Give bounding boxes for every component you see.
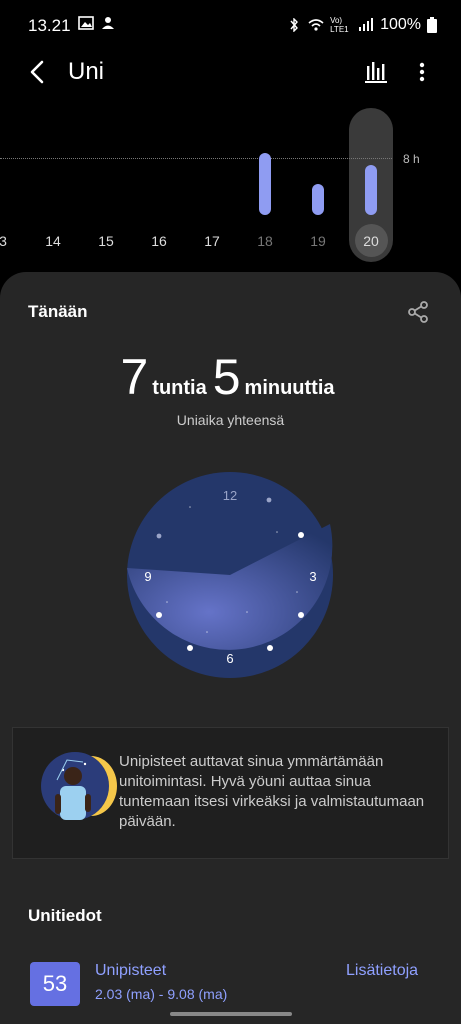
day-label-3[interactable]: 3: [0, 233, 7, 249]
gallery-icon: [78, 16, 94, 30]
tip-text: Unipisteet auttavat sinua ymmärtämään un…: [119, 753, 425, 830]
battery-icon: [427, 17, 437, 33]
sleep-score-tip: Unipisteet auttavat sinua ymmärtämään un…: [12, 727, 449, 859]
clock-label-6: 6: [226, 651, 233, 666]
network-label: Vo) LTE1: [330, 16, 349, 34]
sleep-score-range: 2.03 (ma) - 9.08 (ma): [95, 986, 228, 1002]
battery-percent: 100%: [380, 16, 421, 33]
day-label-16[interactable]: 16: [151, 233, 167, 249]
day-label-20[interactable]: 20: [363, 233, 379, 249]
bar-chart-icon[interactable]: [362, 58, 390, 86]
goal-label: 8 h: [403, 152, 420, 166]
duration-subtitle: Uniaika yhteensä: [176, 412, 285, 428]
app-notification-icon: [102, 17, 114, 29]
sleep-score-badge: 53: [30, 962, 80, 1006]
page-title: Uni: [68, 58, 105, 85]
clock-label-3: 3: [309, 569, 316, 584]
today-card: Tänään 7 tuntia 5 minuuttia Uniaika yhteens…: [0, 272, 461, 1024]
duration-hours-unit: tuntia: [152, 377, 207, 399]
day-label-15[interactable]: 15: [98, 233, 114, 249]
sleep-bar-18[interactable]: [259, 153, 271, 215]
day-label-17[interactable]: 17: [204, 233, 220, 249]
sleep-info-title: Unitiedot: [28, 906, 102, 925]
status-bar: 13.21 Vo) LTE1 100%: [0, 0, 461, 52]
sleep-duration: 7 tuntia 5 minuuttia: [0, 348, 461, 406]
clock-label-9: 9: [144, 569, 151, 584]
duration-hours: 7: [120, 349, 149, 405]
signal-icon: [359, 18, 374, 31]
bluetooth-icon: [290, 18, 299, 32]
day-label-18[interactable]: 18: [257, 233, 273, 249]
goal-guideline: [0, 158, 392, 159]
duration-minutes-unit: minuuttia: [244, 377, 335, 399]
day-label-19[interactable]: 19: [310, 233, 326, 249]
duration-minutes: 5: [212, 349, 241, 405]
more-vert-icon[interactable]: [412, 58, 432, 86]
more-info-link[interactable]: Lisätietoja: [346, 962, 418, 980]
notification-icons: [78, 16, 116, 30]
sleep-clock: 12 3 6 9: [127, 472, 333, 678]
share-icon[interactable]: [406, 300, 430, 324]
sleep-bar-20[interactable]: [365, 164, 377, 215]
status-right: Vo) LTE1 100%: [286, 16, 437, 34]
day-label-14[interactable]: 14: [45, 233, 61, 249]
sleep-bar-19[interactable]: [312, 184, 324, 215]
today-title: Tänään: [28, 302, 88, 321]
back-arrow-icon[interactable]: [22, 56, 54, 88]
home-indicator: [170, 1012, 292, 1016]
sleeping-person-illustration-icon: [41, 752, 117, 820]
wifi-icon: [308, 19, 324, 31]
app-bar: Uni: [0, 52, 461, 96]
status-time: 13.21: [28, 16, 71, 35]
sleep-score-label: Unipisteet: [95, 962, 167, 979]
clock-label-12: 12: [223, 488, 237, 503]
weekly-sleep-chart[interactable]: 8 h 3 14 15 16 17 18 19 20: [0, 100, 461, 270]
